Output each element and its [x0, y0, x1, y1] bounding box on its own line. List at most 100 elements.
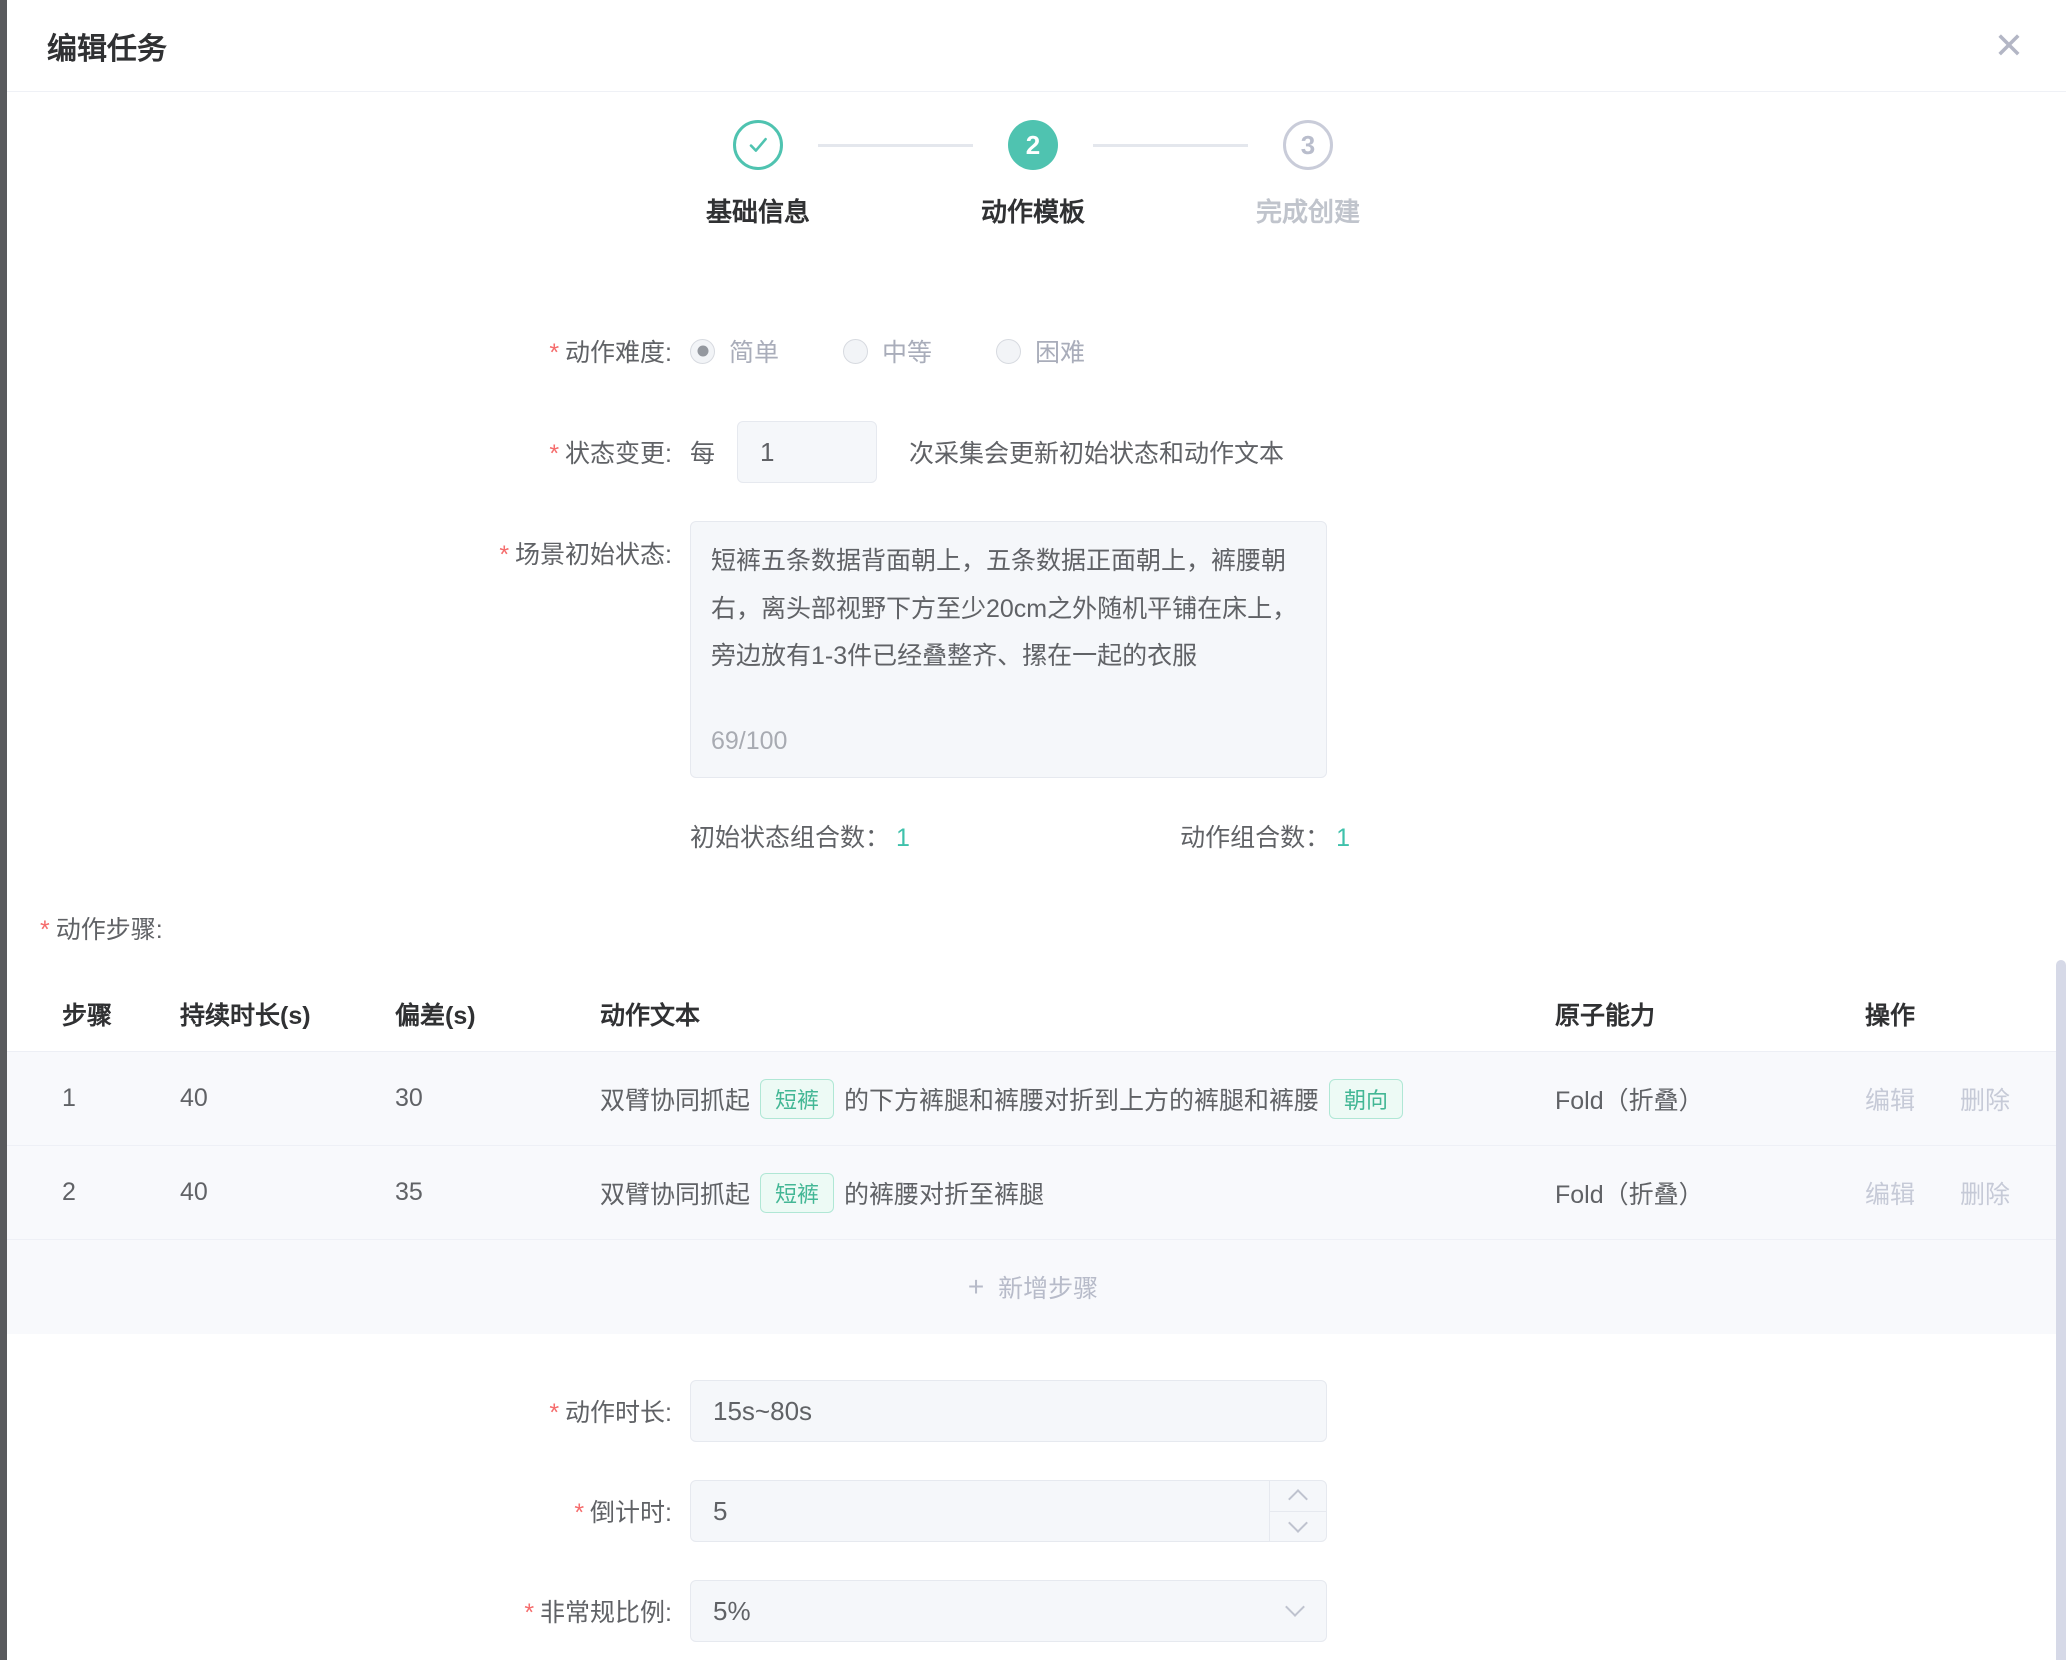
initial-combo-value: 1: [896, 824, 910, 852]
plus-icon: +: [968, 1271, 984, 1303]
step3-circle: 3: [1283, 120, 1333, 170]
char-counter: 69/100: [711, 718, 787, 766]
initial-state-textarea[interactable]: 短裤五条数据背面朝上，五条数据正面朝上，裤腰朝右，离头部视野下方至少20cm之外…: [690, 521, 1327, 778]
countdown-label: *倒计时:: [0, 1493, 690, 1529]
table-row: 2 40 35 双臂协同抓起 短裤 的裤腰对折至裤腿 Fold（折叠） 编辑 删…: [0, 1146, 2066, 1240]
difficulty-radio-group: 简单 中等 困难: [690, 333, 1149, 369]
header-deviation: 偏差(s): [350, 996, 560, 1032]
radio-unselected-icon: [996, 339, 1021, 364]
wizard-stepper: 基础信息 2 动作模板 3 完成创建: [0, 120, 2066, 229]
cell-operation: 编辑 删除: [1810, 1081, 2066, 1117]
cell-deviation: 30: [350, 1084, 560, 1113]
action-steps-label: *动作步骤:: [40, 910, 2066, 946]
state-change-prefix: 每: [690, 434, 715, 470]
radio-selected-icon: [690, 339, 715, 364]
stepper-connector: [818, 144, 973, 147]
step3-label: 完成创建: [1256, 192, 1360, 229]
dialog-title: 编辑任务: [47, 24, 167, 68]
page-left-edge: [0, 0, 7, 1660]
radio-unselected-icon: [843, 339, 868, 364]
step-complete-creation[interactable]: 3 完成创建: [1248, 120, 1368, 229]
number-spinner: [1269, 1481, 1326, 1541]
cell-action-text: 双臂协同抓起 短裤 的裤腰对折至裤腿: [560, 1173, 1510, 1213]
close-icon[interactable]: ✕: [1994, 28, 2024, 64]
required-mark: *: [549, 440, 559, 468]
bottom-form: *动作时长: 15s~80s *倒计时: 5 *非常规比例: 5%: [0, 1380, 2066, 1642]
step-action-template[interactable]: 2 动作模板: [973, 120, 1093, 229]
combo-counts-row: 初始状态组合数：1 动作组合数：1: [0, 816, 2066, 856]
countdown-input[interactable]: 5: [690, 1480, 1327, 1542]
header-duration: 持续时长(s): [140, 996, 350, 1032]
scrollbar-thumb[interactable]: [2056, 960, 2066, 1660]
action-combo-value: 1: [1336, 824, 1350, 852]
difficulty-row: *动作难度: 简单 中等 困难: [0, 333, 2066, 369]
edit-link[interactable]: 编辑: [1865, 1087, 1915, 1115]
radio-difficulty-medium[interactable]: 中等: [843, 333, 932, 369]
action-steps-table: 步骤 持续时长(s) 偏差(s) 动作文本 原子能力 操作 1 40 30 双臂…: [0, 976, 2066, 1334]
spinner-down-button[interactable]: [1270, 1512, 1326, 1542]
radio-label: 简单: [729, 333, 779, 369]
cell-step: 1: [0, 1084, 140, 1113]
edit-link[interactable]: 编辑: [1865, 1181, 1915, 1209]
action-duration-row: *动作时长: 15s~80s: [0, 1380, 2066, 1442]
delete-link[interactable]: 删除: [1960, 1181, 2010, 1209]
chevron-down-icon: [1285, 1597, 1305, 1617]
cell-step: 2: [0, 1178, 140, 1207]
action-duration-input[interactable]: 15s~80s: [690, 1380, 1327, 1442]
stepper-connector: [1093, 144, 1248, 147]
header-action-text: 动作文本: [560, 996, 1510, 1032]
chevron-up-icon: [1288, 1489, 1308, 1509]
required-mark: *: [574, 1499, 584, 1527]
check-icon: [744, 131, 772, 159]
header-operation: 操作: [1810, 996, 2066, 1032]
step-basic-info[interactable]: 基础信息: [698, 120, 818, 229]
action-combo-count: 动作组合数：1: [1180, 818, 1350, 854]
header-ability: 原子能力: [1510, 996, 1810, 1032]
object-tag: 短裤: [760, 1079, 834, 1119]
unusual-ratio-row: *非常规比例: 5%: [0, 1580, 2066, 1642]
cell-ability: Fold（折叠）: [1510, 1175, 1810, 1211]
required-mark: *: [549, 339, 559, 367]
required-mark: *: [40, 916, 50, 944]
add-step-label: 新增步骤: [998, 1269, 1098, 1305]
radio-difficulty-easy[interactable]: 简单: [690, 333, 779, 369]
difficulty-label: *动作难度:: [0, 333, 690, 369]
state-change-row: *状态变更: 每 1 次采集会更新初始状态和动作文本: [0, 421, 2066, 483]
step1-circle: [733, 120, 783, 170]
cell-duration: 40: [140, 1084, 350, 1113]
object-tag: 短裤: [760, 1173, 834, 1213]
initial-state-label: *场景初始状态:: [0, 521, 690, 571]
delete-link[interactable]: 删除: [1960, 1087, 2010, 1115]
spinner-up-button[interactable]: [1270, 1481, 1326, 1512]
required-mark: *: [524, 1599, 534, 1627]
radio-label: 中等: [882, 333, 932, 369]
step1-label: 基础信息: [706, 192, 810, 229]
chevron-down-icon: [1288, 1513, 1308, 1533]
radio-difficulty-hard[interactable]: 困难: [996, 333, 1085, 369]
action-duration-label: *动作时长:: [0, 1393, 690, 1429]
initial-combo-count: 初始状态组合数：1: [690, 818, 910, 854]
dialog-header: 编辑任务 ✕: [0, 0, 2066, 92]
state-change-count-input[interactable]: 1: [737, 421, 877, 483]
unusual-ratio-select[interactable]: 5%: [690, 1580, 1327, 1642]
cell-duration: 40: [140, 1178, 350, 1207]
unusual-ratio-label: *非常规比例:: [0, 1593, 690, 1629]
required-mark: *: [549, 1399, 559, 1427]
table-header-row: 步骤 持续时长(s) 偏差(s) 动作文本 原子能力 操作: [0, 976, 2066, 1052]
state-change-label: *状态变更:: [0, 434, 690, 470]
header-step: 步骤: [0, 996, 140, 1032]
add-step-button[interactable]: + 新增步骤: [0, 1240, 2066, 1334]
table-row: 1 40 30 双臂协同抓起 短裤 的下方裤腿和裤腰对折到上方的裤腿和裤腰 朝向…: [0, 1052, 2066, 1146]
step2-label: 动作模板: [981, 192, 1085, 229]
orientation-tag: 朝向: [1329, 1079, 1403, 1119]
cell-ability: Fold（折叠）: [1510, 1081, 1810, 1117]
radio-label: 困难: [1035, 333, 1085, 369]
state-change-suffix: 次采集会更新初始状态和动作文本: [909, 434, 1284, 470]
cell-action-text: 双臂协同抓起 短裤 的下方裤腿和裤腰对折到上方的裤腿和裤腰 朝向: [560, 1079, 1510, 1119]
initial-state-row: *场景初始状态: 短裤五条数据背面朝上，五条数据正面朝上，裤腰朝右，离头部视野下…: [0, 521, 2066, 778]
cell-deviation: 35: [350, 1178, 560, 1207]
step2-circle: 2: [1008, 120, 1058, 170]
countdown-row: *倒计时: 5: [0, 1480, 2066, 1542]
cell-operation: 编辑 删除: [1810, 1175, 2066, 1211]
initial-state-text: 短裤五条数据背面朝上，五条数据正面朝上，裤腰朝右，离头部视野下方至少20cm之外…: [711, 538, 1306, 681]
